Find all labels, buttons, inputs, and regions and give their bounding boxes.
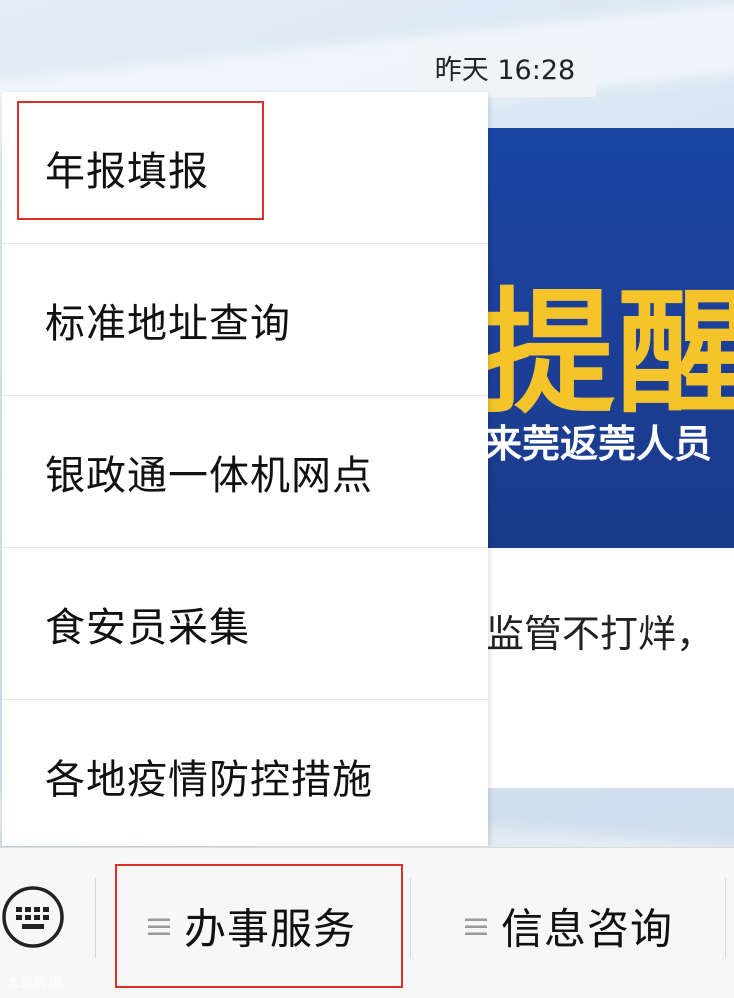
menu-lines-icon [465, 918, 487, 935]
menu-item-label: 食安员采集 [45, 604, 250, 651]
tab-info[interactable]: 信息咨询 [411, 848, 725, 998]
divider [725, 878, 726, 958]
menu-item-label: 各地疫情防控措施 [45, 757, 373, 803]
keyboard-icon[interactable] [1, 885, 65, 949]
highlight-box [115, 864, 403, 988]
menu-item-epidemic-measures[interactable]: 各地疫情防控措施 [2, 700, 488, 852]
article-card[interactable]: 提醒 来莞返莞人员 监管不打烊， [470, 128, 734, 788]
menu-item-label: 银政通一体机网点 [45, 452, 373, 499]
tab-label: 信息咨询 [501, 904, 674, 954]
article-banner-image: 提醒 来莞返莞人员 [470, 128, 734, 548]
highlight-box [17, 101, 264, 220]
menu-item-food-safety[interactable]: 食安员采集 [2, 548, 488, 700]
banner-headline: 提醒 [480, 275, 734, 432]
menu-item-address-query[interactable]: 标准地址查询 [2, 244, 488, 396]
menu-item-bank-kiosk[interactable]: 银政通一体机网点 [2, 396, 488, 548]
message-timestamp: 昨天 16:28 [414, 45, 596, 97]
article-summary: 监管不打烊， [486, 612, 715, 656]
banner-subtitle: 来莞返莞人员 [484, 422, 713, 466]
watermark: 大数跨境 [6, 975, 62, 991]
menu-item-label: 标准地址查询 [45, 300, 291, 347]
